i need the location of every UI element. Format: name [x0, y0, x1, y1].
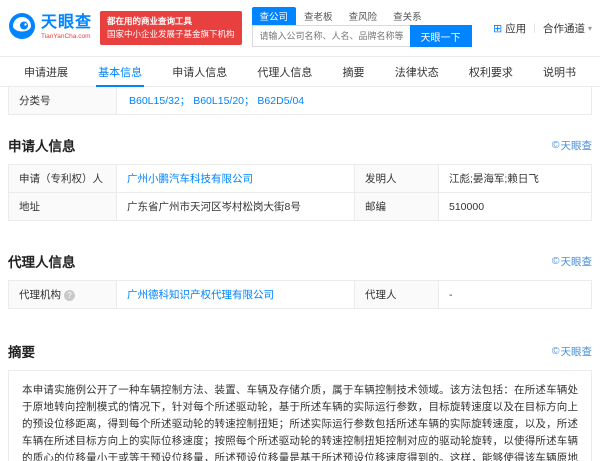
agency-label: 代理机构? [8, 280, 117, 309]
header-right: ⊞ 应用 | 合作通道 ▾ [493, 21, 592, 36]
search-tab-company[interactable]: 查公司 [251, 7, 297, 25]
promo-banner-line2: 国家中小企业发展子基金旗下机构 [107, 29, 235, 39]
header: 天眼查 TianYanCha.com 都在用的商业查询工具 国家中小企业发展子基… [0, 0, 600, 56]
postcode-label: 邮编 [354, 192, 439, 221]
applicant-table: 申请（专利权）人 广州小鹏汽车科技有限公司 发明人 江彪;晏海军;赖日飞 地址 … [8, 164, 592, 221]
logo-text: 天眼查 [41, 14, 93, 32]
apps-grid-icon: ⊞ [493, 22, 503, 35]
tab-claims[interactable]: 权利要求 [469, 57, 513, 86]
applicant-company-link[interactable]: 广州小鹏汽车科技有限公司 [127, 173, 253, 185]
postcode-value: 510000 [438, 192, 592, 221]
tab-application-progress[interactable]: 申请进展 [24, 57, 68, 86]
search-tab-risk[interactable]: 查风险 [341, 7, 386, 25]
abstract-section: 摘要 © 天眼查 本申请实施例公开了一种车辆控制方法、装置、车辆及存储介质，属于… [8, 341, 592, 461]
table-row: 地址 广东省广州市天河区岑村松岗大街8号 邮编 510000 [8, 192, 592, 221]
table-row: 代理机构? 广州德科知识产权代理有限公司 代理人 - [8, 280, 592, 309]
tab-legal-status[interactable]: 法律状态 [395, 57, 439, 86]
header-divider: | [533, 22, 536, 34]
cooperation-link[interactable]: 合作通道 ▾ [543, 21, 592, 36]
classification-label: 分类号 [9, 87, 117, 114]
tianyancha-logo[interactable]: 天眼查 TianYanCha.com [8, 12, 92, 45]
search-tabs: 查公司 查老板 查风险 查关系 [251, 7, 472, 25]
agency-label-text: 代理机构 [19, 289, 61, 301]
applicant-section: 申请人信息 © 天眼查 申请（专利权）人 广州小鹏汽车科技有限公司 发明人 江彪… [8, 135, 592, 221]
cooperation-link-label: 合作通道 [542, 22, 585, 35]
table-row: 申请（专利权）人 广州小鹏汽车科技有限公司 发明人 江彪;晏海军;赖日飞 [8, 164, 592, 193]
agent-section-title: 代理人信息 [8, 255, 76, 270]
search-tab-boss[interactable]: 查老板 [296, 7, 341, 25]
copyright-icon: © [551, 139, 560, 151]
copyright-icon: © [551, 255, 560, 267]
tab-description[interactable]: 说明书 [543, 57, 576, 86]
watermark-label: 天眼查 [560, 345, 593, 358]
search-area: 查公司 查老板 查风险 查关系 天眼一下 [251, 7, 472, 47]
watermark: © 天眼查 [552, 344, 592, 359]
copyright-icon: © [551, 345, 560, 357]
classification-value[interactable]: B60L15/32； B60L15/20； B62D5/04 [117, 87, 591, 114]
address-value: 广东省广州市天河区岑村松岗大街8号 [116, 192, 355, 221]
abstract-text: 本申请实施例公开了一种车辆控制方法、装置、车辆及存储介质，属于车辆控制技术领域。… [8, 370, 592, 461]
help-icon[interactable]: ? [64, 290, 75, 301]
address-label: 地址 [8, 192, 117, 221]
tab-abstract[interactable]: 摘要 [343, 57, 365, 86]
agent-label: 代理人 [354, 280, 439, 309]
abstract-section-title: 摘要 [8, 345, 35, 360]
tab-agent-info[interactable]: 代理人信息 [257, 57, 312, 86]
search-tab-relation[interactable]: 查关系 [385, 7, 430, 25]
classification-row: 分类号 B60L15/32； B60L15/20； B62D5/04 [8, 87, 592, 115]
applicant-label: 申请（专利权）人 [8, 164, 117, 193]
watermark-label: 天眼查 [560, 139, 593, 152]
search-input[interactable] [251, 25, 410, 47]
search-button[interactable]: 天眼一下 [409, 25, 472, 47]
watermark: © 天眼查 [552, 138, 592, 153]
tab-applicant-info[interactable]: 申请人信息 [172, 57, 227, 86]
inventor-label: 发明人 [354, 164, 439, 193]
promo-banner-line1: 都在用的商业查询工具 [107, 16, 193, 27]
logo-subtext: TianYanCha.com [41, 32, 91, 40]
section-nav: 申请进展 基本信息 申请人信息 代理人信息 摘要 法律状态 权利要求 说明书 [0, 56, 600, 87]
tianyancha-logo-icon [8, 12, 36, 45]
apps-link-label: 应用 [505, 22, 527, 35]
chevron-down-icon: ▾ [587, 23, 592, 33]
agent-section: 代理人信息 © 天眼查 代理机构? 广州德科知识产权代理有限公司 代理人 - [8, 251, 592, 309]
agency-company-link[interactable]: 广州德科知识产权代理有限公司 [127, 289, 274, 301]
agent-value: - [438, 280, 592, 309]
promo-banner: 都在用的商业查询工具 国家中小企业发展子基金旗下机构 [100, 11, 242, 45]
watermark-label: 天眼查 [560, 255, 593, 268]
tab-basic-info[interactable]: 基本信息 [96, 57, 145, 87]
watermark: © 天眼查 [552, 254, 592, 269]
apps-link[interactable]: ⊞ 应用 [493, 21, 526, 36]
inventor-value: 江彪;晏海军;赖日飞 [438, 164, 592, 193]
applicant-section-title: 申请人信息 [8, 139, 76, 154]
agent-table: 代理机构? 广州德科知识产权代理有限公司 代理人 - [8, 280, 592, 309]
